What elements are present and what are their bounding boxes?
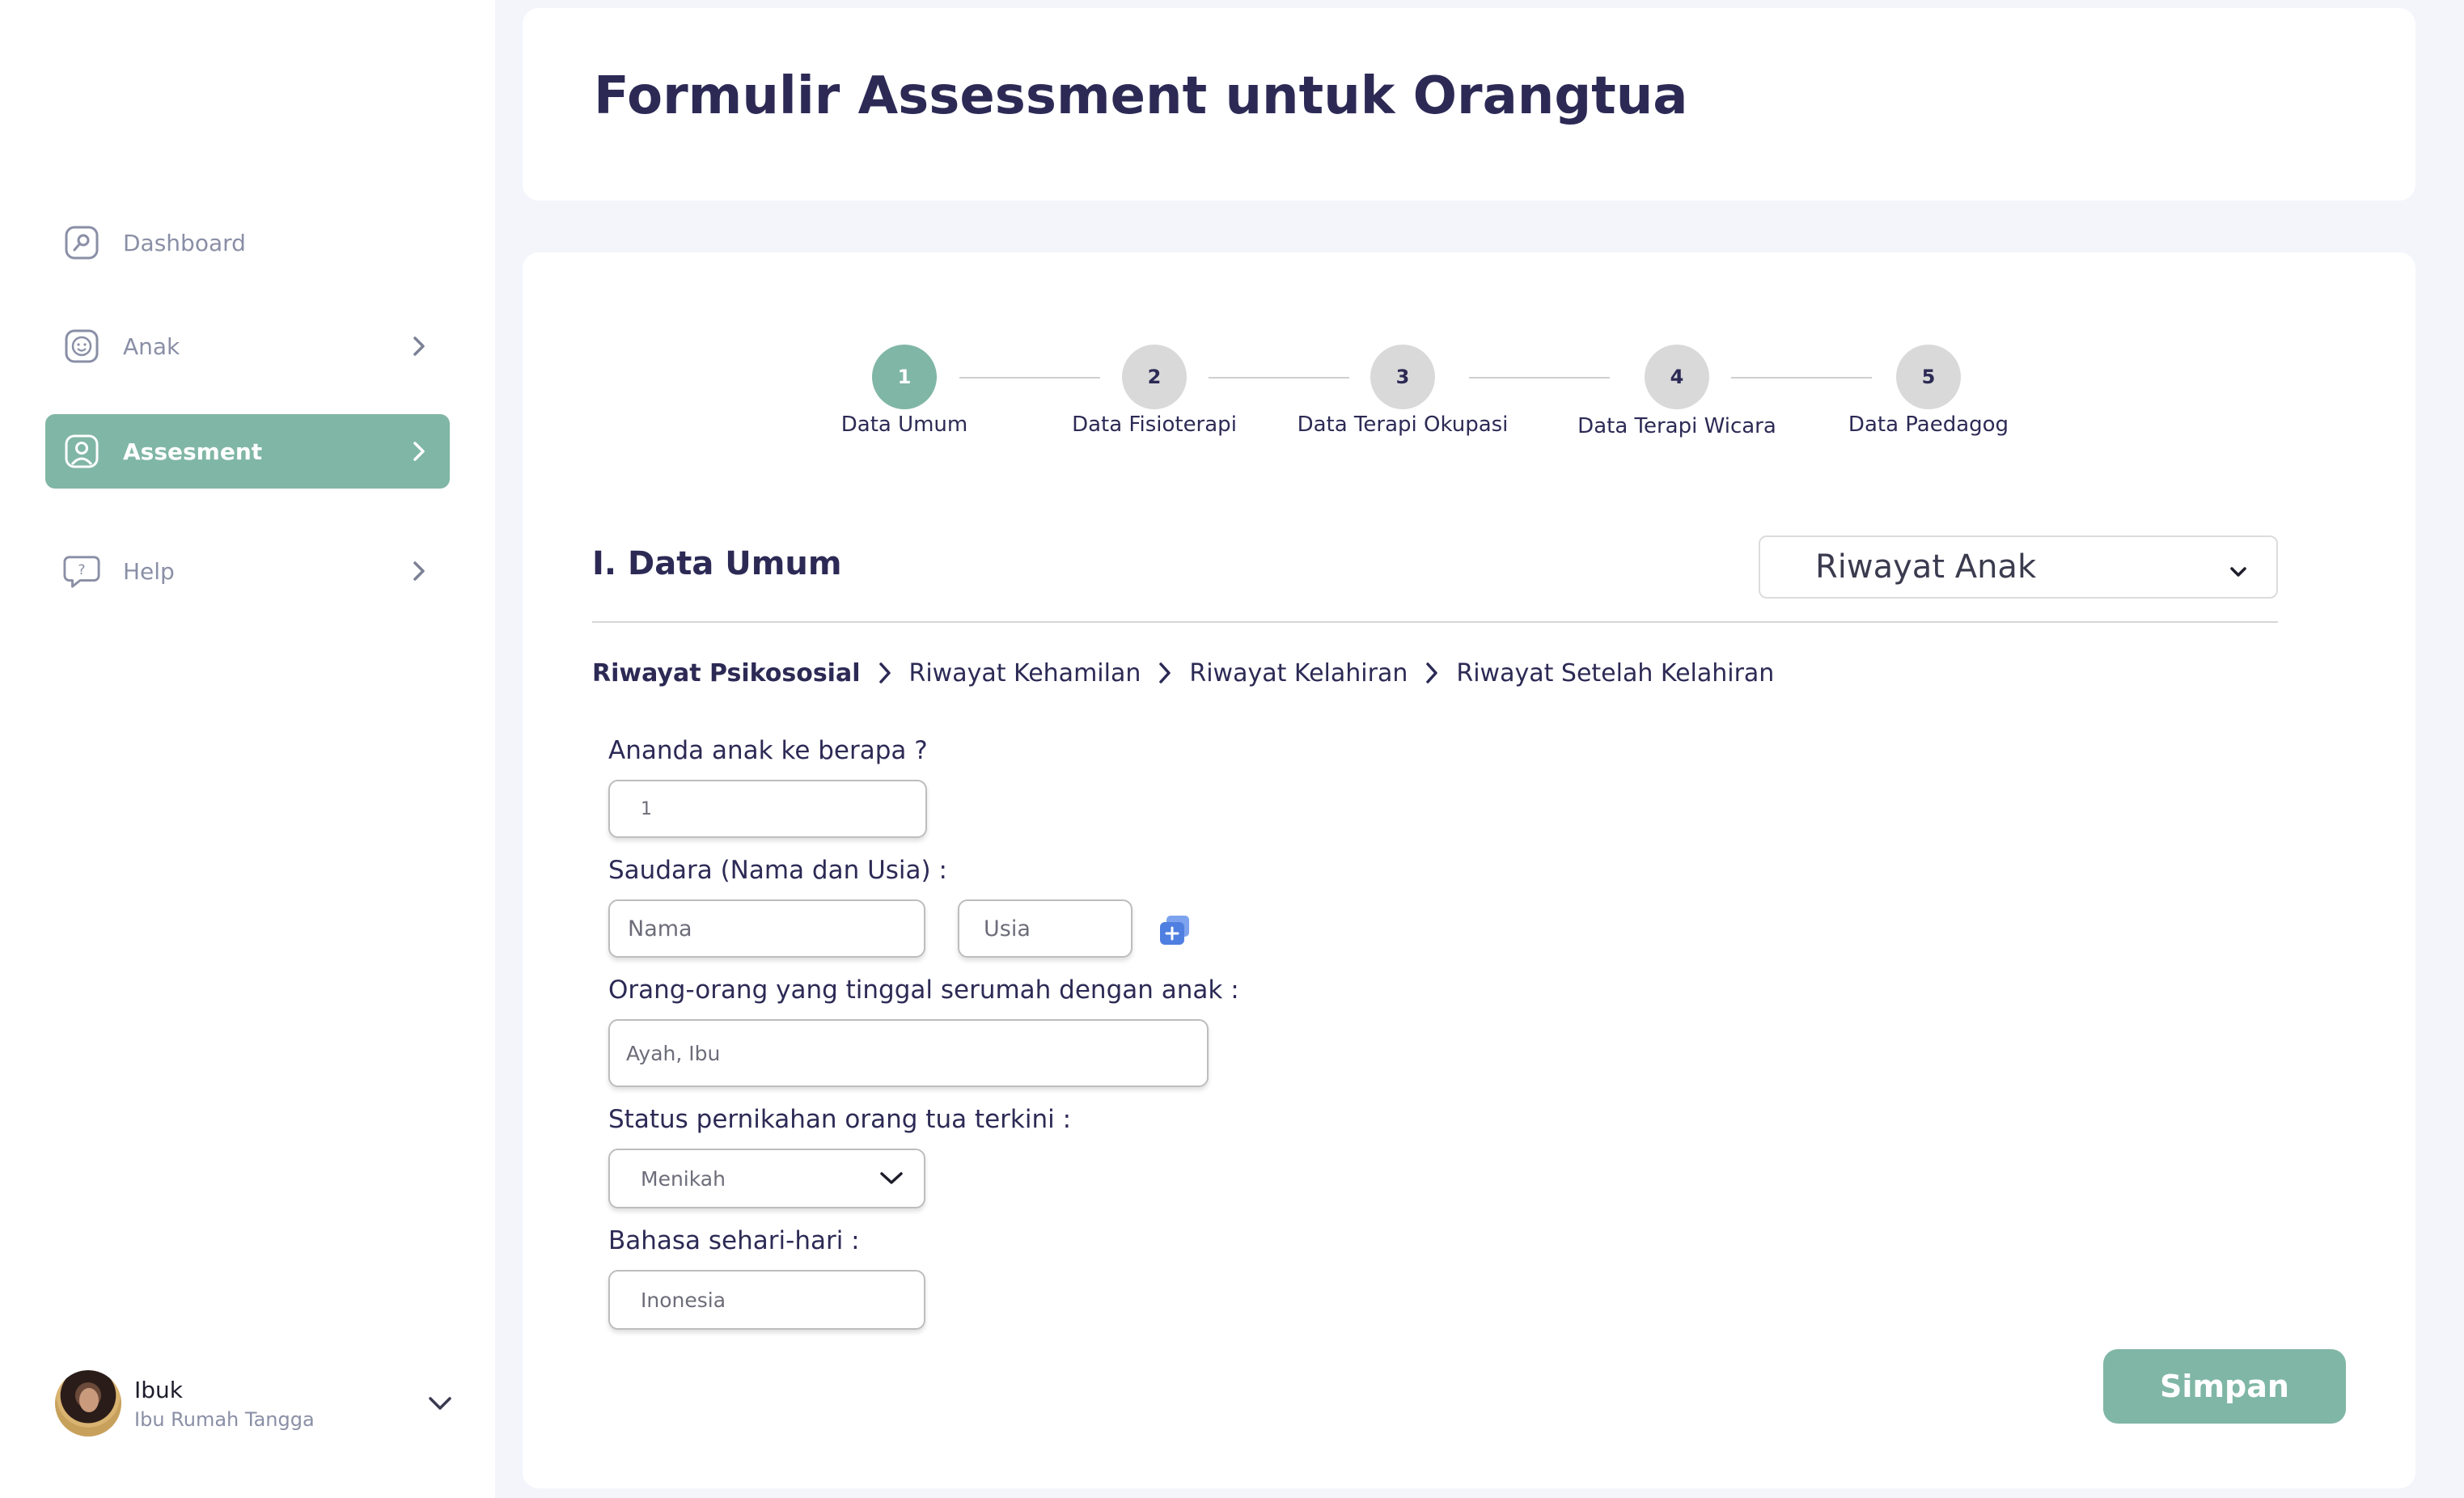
sidebar-item-dashboard[interactable]: Dashboard — [45, 205, 450, 280]
child-order-input[interactable]: 1 — [608, 780, 927, 838]
sidebar-item-label: Help — [123, 557, 175, 585]
riwayat-dropdown[interactable]: Riwayat Anak — [1759, 535, 2278, 599]
language-value: Inonesia — [641, 1288, 726, 1312]
chevron-right-icon — [403, 555, 435, 587]
siblings-label: Saudara (Nama dan Usia) : — [608, 856, 947, 885]
breadcrumb-riwayat-psikososial[interactable]: Riwayat Psikososial — [592, 659, 861, 688]
chevron-right-icon — [403, 330, 435, 362]
step-4-label: Data Terapi Wicara — [1577, 414, 1776, 438]
step-connector — [959, 377, 1100, 379]
section-title: I. Data Umum — [592, 545, 842, 582]
step-4-circle[interactable]: 4 — [1645, 345, 1709, 409]
sidebar-item-label: Assesment — [123, 438, 263, 465]
step-2-label: Data Fisioterapi — [1072, 413, 1237, 437]
child-order-value: 1 — [641, 798, 652, 819]
marital-status-value: Menikah — [641, 1166, 726, 1191]
household-input[interactable]: Ayah, Ibu — [608, 1019, 1209, 1087]
chevron-down-icon — [874, 1161, 909, 1196]
sidebar-item-label: Dashboard — [123, 229, 246, 256]
sidebar-item-assesment[interactable]: Assesment — [45, 414, 450, 489]
sibling-age-placeholder: Usia — [984, 916, 1031, 942]
household-value: Ayah, Ibu — [626, 1041, 721, 1065]
help-chat-icon: ? — [63, 552, 100, 590]
sidebar: Dashboard Anak Assesment ? Help Ibuk Ibu… — [0, 0, 495, 1498]
profile-name: Ibuk — [134, 1376, 183, 1403]
dashboard-icon — [63, 224, 100, 261]
chevron-right-icon — [1149, 657, 1181, 689]
marital-status-select[interactable]: Menikah — [608, 1149, 925, 1208]
chevron-right-icon — [869, 657, 901, 689]
avatar — [55, 1370, 121, 1437]
user-profile[interactable]: Ibuk Ibu Rumah Tangga — [55, 1367, 459, 1440]
breadcrumb-riwayat-kelahiran[interactable]: Riwayat Kelahiran — [1189, 659, 1408, 688]
sibling-name-input[interactable]: Nama — [608, 899, 925, 958]
sibling-age-input[interactable]: Usia — [958, 899, 1133, 958]
divider — [592, 621, 2278, 623]
chevron-down-icon[interactable] — [424, 1387, 456, 1420]
add-sibling-button[interactable] — [1155, 912, 1194, 951]
step-connector — [1731, 377, 1872, 379]
sibling-name-placeholder: Nama — [628, 916, 692, 942]
riwayat-dropdown-value: Riwayat Anak — [1815, 548, 2037, 586]
child-order-label: Ananda anak ke berapa ? — [608, 736, 928, 765]
step-2-circle[interactable]: 2 — [1122, 345, 1187, 409]
sidebar-item-label: Anak — [123, 332, 180, 360]
step-connector — [1209, 377, 1349, 379]
user-icon — [63, 433, 100, 470]
save-button[interactable]: Simpan — [2103, 1349, 2346, 1424]
chevron-right-icon — [403, 435, 435, 468]
child-face-icon — [63, 328, 100, 365]
header-card: Formulir Assessment untuk Orangtua — [523, 8, 2415, 201]
breadcrumb-riwayat-setelah-kelahiran[interactable]: Riwayat Setelah Kelahiran — [1456, 659, 1774, 688]
profile-role: Ibu Rumah Tangga — [134, 1407, 315, 1431]
sidebar-item-help[interactable]: ? Help — [45, 534, 450, 608]
step-1-circle[interactable]: 1 — [872, 345, 937, 409]
step-1-label: Data Umum — [840, 413, 968, 437]
assessment-form-card: 1 Data Umum 2 Data Fisioterapi 3 Data Te… — [523, 252, 2415, 1488]
step-5-label: Data Paedagog — [1848, 413, 2009, 437]
step-connector — [1469, 377, 1610, 379]
marital-status-label: Status pernikahan orang tua terkini : — [608, 1105, 1072, 1134]
sidebar-item-anak[interactable]: Anak — [45, 309, 450, 383]
add-copy-icon — [1157, 914, 1192, 950]
language-input[interactable]: Inonesia — [608, 1270, 925, 1330]
chevron-right-icon — [1416, 657, 1448, 689]
step-5-circle[interactable]: 5 — [1896, 345, 1961, 409]
step-3-label: Data Terapi Okupasi — [1297, 413, 1509, 437]
breadcrumb: Riwayat Psikososial Riwayat Kehamilan Ri… — [592, 657, 1774, 689]
household-label: Orang-orang yang tinggal serumah dengan … — [608, 975, 1239, 1005]
chevron-down-icon — [2229, 548, 2247, 586]
language-label: Bahasa sehari-hari : — [608, 1226, 860, 1255]
breadcrumb-riwayat-kehamilan[interactable]: Riwayat Kehamilan — [909, 659, 1141, 688]
page-title: Formulir Assessment untuk Orangtua — [594, 66, 1688, 126]
svg-text:?: ? — [78, 562, 85, 578]
step-3-circle[interactable]: 3 — [1370, 345, 1435, 409]
